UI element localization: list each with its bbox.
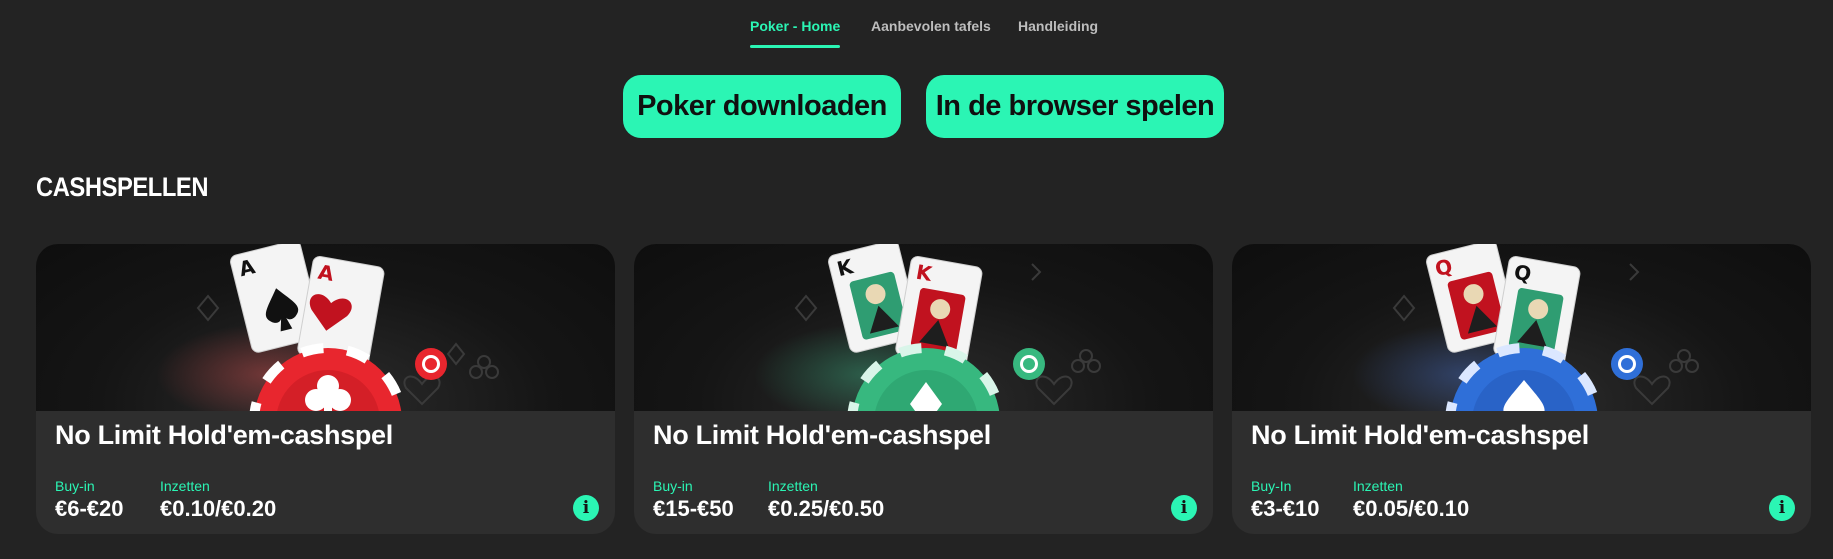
card-artwork: A A [36, 244, 615, 411]
cards-and-chip-illustration: A A [156, 244, 499, 411]
card-title: No Limit Hold'em-cashspel [653, 420, 991, 450]
game-card[interactable]: K K No Limit Hold'em-cashspel Buy-in €15… [634, 244, 1213, 534]
play-in-browser-button[interactable]: In de browser spelen [926, 75, 1224, 138]
card-artwork: K K [634, 244, 1213, 411]
stakes-value: €0.10/€0.20 [160, 496, 277, 521]
info-icon[interactable]: i [1769, 495, 1795, 521]
cards-and-chip-illustration: K K [754, 244, 1101, 411]
buyin-label: Buy-In [1251, 478, 1292, 494]
game-card[interactable]: A A No Limit Hold'em-cashspel Buy-in €6-… [36, 244, 615, 534]
section-title: CASHSPELLEN [36, 172, 209, 202]
stakes-value: €0.25/€0.50 [768, 496, 885, 521]
buyin-label: Buy-in [55, 478, 95, 494]
card-title: No Limit Hold'em-cashspel [55, 420, 393, 450]
stakes-label: Inzetten [1353, 478, 1403, 494]
buyin-value: €15-€50 [653, 496, 734, 521]
buyin-value: €3-€10 [1251, 496, 1320, 521]
info-icon[interactable]: i [573, 495, 599, 521]
tab-poker-home[interactable]: Poker - Home [750, 18, 841, 48]
stakes-label: Inzetten [160, 478, 210, 494]
buyin-value: €6-€20 [55, 496, 124, 521]
top-nav: Poker - Home Aanbevolen tafels Handleidi… [0, 0, 1833, 52]
download-poker-button[interactable]: Poker downloaden [623, 75, 901, 138]
stakes-label: Inzetten [768, 478, 818, 494]
info-icon[interactable]: i [1171, 495, 1197, 521]
cards-and-chip-illustration: Q Q [1352, 244, 1699, 411]
card-artwork: Q Q [1232, 244, 1811, 411]
buyin-label: Buy-in [653, 478, 693, 494]
tab-guide[interactable]: Handleiding [1018, 18, 1098, 34]
poker-page: Poker - Home Aanbevolen tafels Handleidi… [0, 0, 1833, 559]
stakes-value: €0.05/€0.10 [1353, 496, 1470, 521]
card-title: No Limit Hold'em-cashspel [1251, 420, 1589, 450]
tab-recommended-tables[interactable]: Aanbevolen tafels [871, 18, 991, 34]
game-card[interactable]: Q Q No Limit Hold'em-cashspel Buy-In €3-… [1232, 244, 1811, 534]
